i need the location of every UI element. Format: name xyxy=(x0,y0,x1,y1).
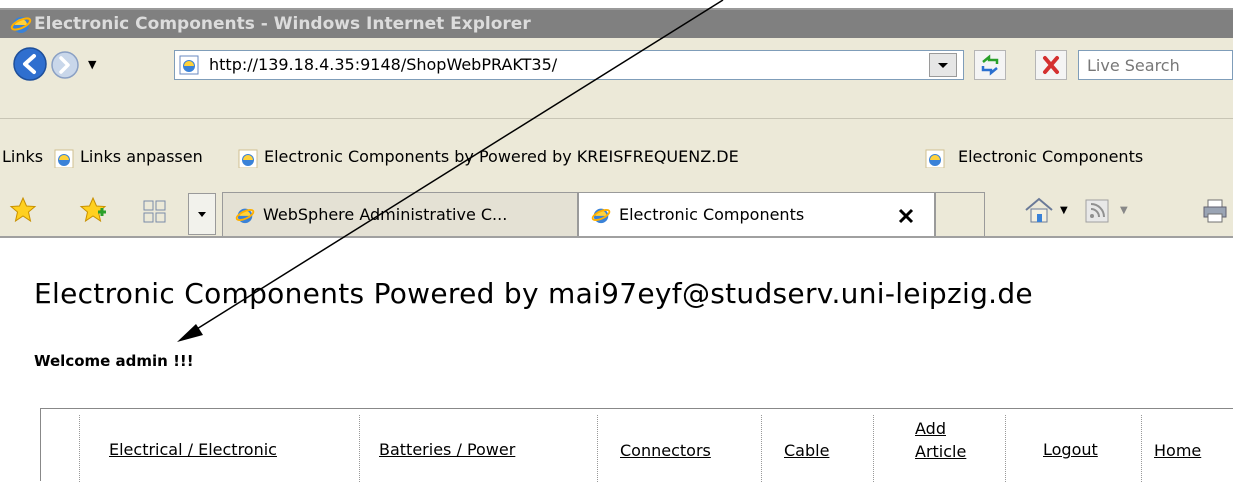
address-field[interactable]: http://139.18.4.35:9148/ShopWebPRAKT35/ xyxy=(174,50,964,80)
links-label: Links xyxy=(2,147,44,166)
nav-link-cable[interactable]: Cable xyxy=(784,441,829,460)
nav-link-add-article-line2[interactable]: Article xyxy=(915,442,966,461)
stop-icon xyxy=(1043,56,1059,74)
stop-button[interactable] xyxy=(1035,50,1067,80)
page-icon xyxy=(238,149,258,169)
chevron-down-icon xyxy=(198,212,206,217)
page-icon xyxy=(54,149,74,169)
ie-logo-icon xyxy=(591,208,611,224)
nav-divider xyxy=(359,415,360,482)
new-tab-button[interactable] xyxy=(935,192,985,236)
address-dropdown-button[interactable] xyxy=(929,53,957,77)
tab-electronic-components[interactable]: Electronic Components xyxy=(578,192,935,236)
link-item-kreisfrequenz[interactable]: Electronic Components by Powered by KREI… xyxy=(264,147,739,166)
nav-divider xyxy=(761,415,762,482)
print-icon[interactable] xyxy=(1200,196,1230,226)
tab-list-dropdown[interactable] xyxy=(188,193,216,235)
page-icon xyxy=(925,149,945,169)
back-arrow-icon[interactable] xyxy=(13,47,47,81)
nav-divider xyxy=(1005,415,1006,482)
url-text[interactable]: http://139.18.4.35:9148/ShopWebPRAKT35/ xyxy=(209,55,557,74)
chevron-down-icon xyxy=(938,63,948,68)
favorites-star-icon[interactable] xyxy=(8,195,38,225)
tab-label: WebSphere Administrative C... xyxy=(263,205,508,224)
nav-link-electrical-electronic[interactable]: Electrical / Electronic xyxy=(109,440,277,459)
nav-divider xyxy=(597,415,598,482)
nav-divider xyxy=(873,415,874,482)
nav-divider xyxy=(1141,415,1142,482)
refresh-icon xyxy=(981,54,999,76)
nav-divider xyxy=(79,415,80,482)
nav-link-home[interactable]: Home xyxy=(1154,441,1201,460)
refresh-button[interactable] xyxy=(974,50,1006,80)
window-title: Electronic Components - Windows Internet… xyxy=(34,14,531,34)
ie-logo-icon xyxy=(235,208,255,224)
ie-logo-icon xyxy=(10,17,32,33)
nav-link-batteries-power[interactable]: Batteries / Power xyxy=(379,440,515,459)
forward-arrow-icon[interactable] xyxy=(51,51,79,79)
link-item-electronic-components[interactable]: Electronic Components xyxy=(958,147,1143,166)
nav-link-add-article-line1[interactable]: Add xyxy=(915,419,946,438)
content-divider xyxy=(0,236,1233,238)
chevron-down-icon[interactable]: ▼ xyxy=(1120,205,1128,216)
nav-link-connectors[interactable]: Connectors xyxy=(620,441,711,460)
add-favorite-icon[interactable] xyxy=(78,195,108,225)
page-icon xyxy=(179,55,199,75)
tab-close-icon[interactable] xyxy=(897,207,915,225)
nav-link-logout[interactable]: Logout xyxy=(1043,440,1098,459)
quick-tabs-icon[interactable] xyxy=(142,198,182,226)
chevron-down-icon[interactable]: ▼ xyxy=(1060,205,1068,216)
window-titlebar: Electronic Components - Windows Internet… xyxy=(0,8,1233,38)
feeds-icon[interactable] xyxy=(1084,198,1110,224)
welcome-message: Welcome admin !!! xyxy=(34,352,194,370)
link-item-links-anpassen[interactable]: Links anpassen xyxy=(80,147,203,166)
page-title: Electronic Components Powered by mai97ey… xyxy=(34,277,1033,310)
tab-label: Electronic Components xyxy=(619,205,805,224)
category-nav: Electrical / Electronic Batteries / Powe… xyxy=(40,408,1233,482)
home-icon[interactable] xyxy=(1022,194,1056,226)
live-search-input[interactable]: Live Search xyxy=(1078,50,1233,80)
links-toolbar: Links Links anpassen Electronic Componen… xyxy=(0,118,1233,169)
search-placeholder: Live Search xyxy=(1087,56,1180,75)
history-dropdown-icon[interactable]: ▼ xyxy=(88,58,96,71)
tab-websphere[interactable]: WebSphere Administrative C... xyxy=(222,192,578,236)
